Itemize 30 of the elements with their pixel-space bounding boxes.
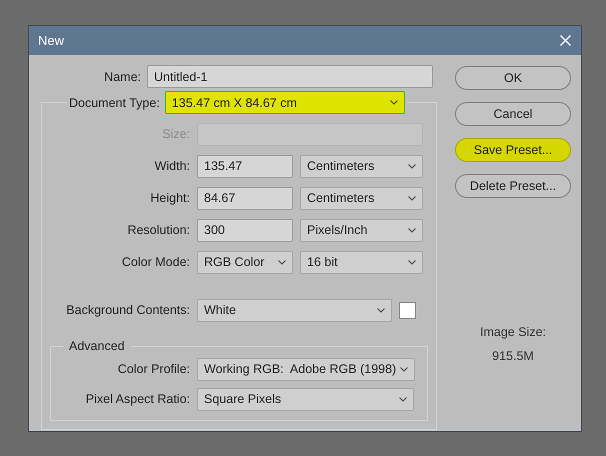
field-label: Color Profile: bbox=[116, 362, 190, 376]
field-label: Background Contents: bbox=[65, 303, 190, 317]
text-field[interactable]: 300 bbox=[197, 218, 293, 242]
dropdown[interactable]: 16 bit bbox=[300, 250, 423, 274]
field-label: Width: bbox=[154, 159, 190, 173]
dropdown[interactable]: Centimeters bbox=[300, 154, 423, 178]
field-label: Height: bbox=[149, 191, 190, 205]
group-title: Advanced bbox=[68, 339, 126, 353]
field-label: Color Mode: bbox=[120, 255, 190, 269]
dialog-button[interactable]: OK bbox=[455, 66, 571, 90]
dialog-button[interactable]: Save Preset... bbox=[455, 138, 571, 162]
dialog-button[interactable]: Delete Preset... bbox=[455, 174, 571, 198]
dropdown[interactable]: RGB Color bbox=[197, 250, 293, 274]
text-field[interactable]: 135.47 bbox=[197, 154, 293, 178]
field-label: Resolution: bbox=[126, 223, 190, 237]
dropdown[interactable]: White bbox=[197, 298, 392, 322]
dropdown[interactable]: Working RGB: Adobe RGB (1998) bbox=[197, 358, 416, 380]
dropdown[interactable]: 135.47 cm X 84.67 cm bbox=[164, 91, 405, 114]
window-title: New bbox=[38, 33, 64, 48]
field-label: Pixel Aspect Ratio: bbox=[84, 392, 190, 406]
text-field[interactable]: 84.67 bbox=[197, 186, 293, 210]
image-size-label: Image Size: bbox=[480, 325, 546, 339]
dropdown[interactable]: Pixels/Inch bbox=[300, 218, 423, 242]
text-field[interactable]: Untitled-1 bbox=[147, 65, 433, 88]
dialog-button[interactable]: Cancel bbox=[455, 102, 571, 126]
field-label: Document Type: bbox=[69, 96, 160, 110]
dropdown[interactable]: Centimeters bbox=[300, 186, 423, 210]
image-size-value: 915.5M bbox=[492, 349, 534, 363]
dropdown[interactable]: Square Pixels bbox=[197, 388, 414, 410]
field-label: Name: bbox=[103, 70, 141, 84]
